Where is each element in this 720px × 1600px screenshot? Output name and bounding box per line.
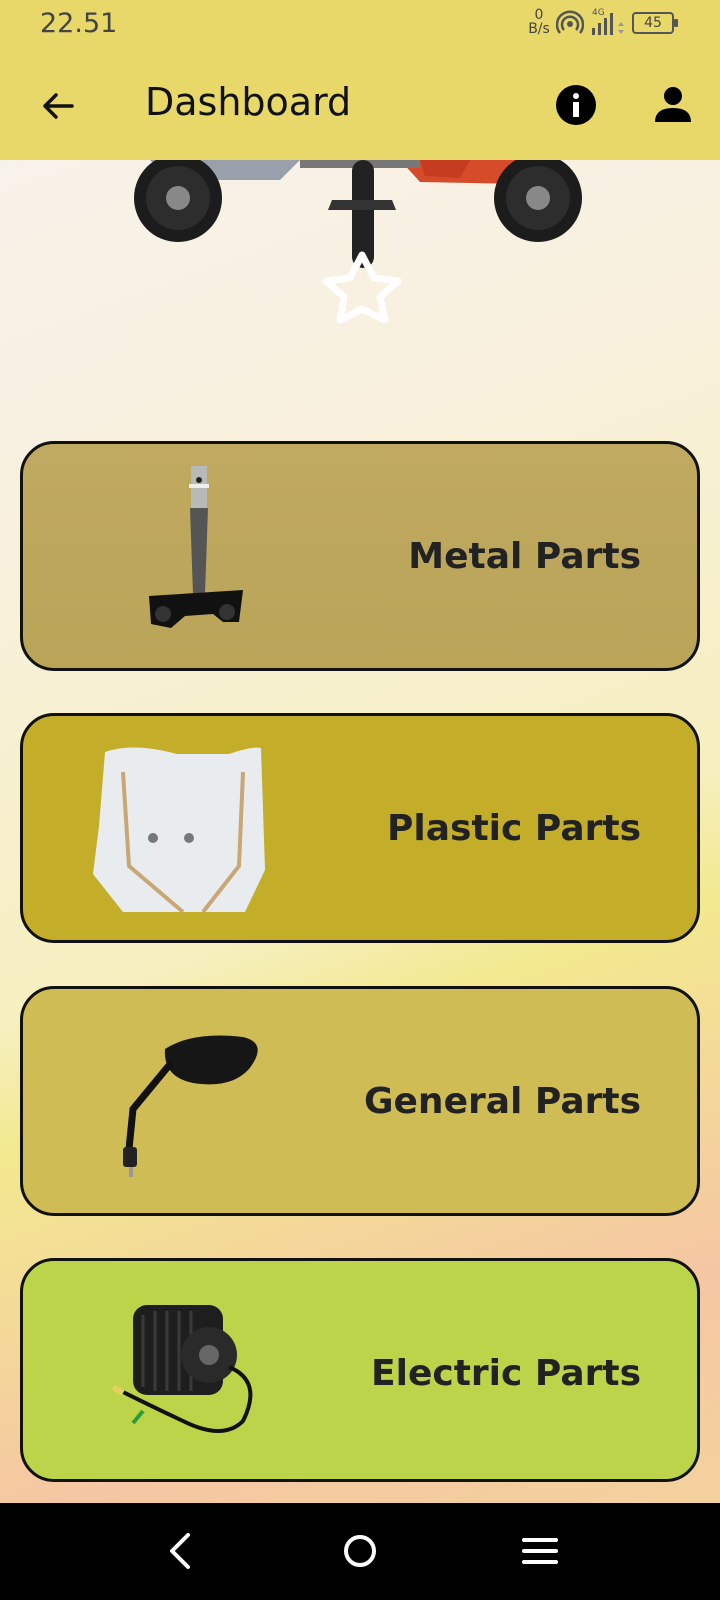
network-speed: 0 B/s bbox=[524, 8, 554, 36]
status-time: 22.51 bbox=[40, 8, 118, 39]
network-speed-unit: B/s bbox=[528, 21, 550, 37]
page-title: Dashboard bbox=[145, 80, 352, 124]
signal-icon: 4G bbox=[592, 8, 624, 35]
side-mirror-image bbox=[123, 1035, 258, 1177]
electric-motor-image bbox=[111, 1305, 253, 1433]
profile-button[interactable] bbox=[650, 82, 696, 128]
category-card-metal-parts[interactable]: Metal Parts bbox=[20, 441, 700, 671]
category-label: General Parts bbox=[363, 1080, 641, 1122]
category-card-plastic-parts[interactable]: Plastic Parts bbox=[20, 713, 700, 943]
category-label: Electric Parts bbox=[371, 1352, 641, 1394]
battery-level: 45 bbox=[644, 15, 662, 31]
system-navigation-bar bbox=[0, 1503, 720, 1600]
back-button[interactable] bbox=[34, 82, 82, 130]
category-card-general-parts[interactable]: General Parts bbox=[20, 986, 700, 1216]
nav-back-button[interactable] bbox=[160, 1529, 204, 1573]
steering-stem-image bbox=[149, 466, 243, 628]
hotspot-icon bbox=[556, 10, 584, 34]
status-bar: 22.51 0 B/s 4G 45 bbox=[0, 0, 720, 52]
category-label: Metal Parts bbox=[408, 535, 641, 577]
nav-menu-button[interactable] bbox=[518, 1529, 562, 1573]
nav-home-button[interactable] bbox=[338, 1529, 382, 1573]
network-type: 4G bbox=[592, 8, 605, 18]
network-speed-value: 0 bbox=[534, 7, 544, 23]
info-button[interactable] bbox=[554, 83, 598, 127]
battery-icon: 45 bbox=[632, 12, 678, 34]
category-card-electric-parts[interactable]: Electric Parts bbox=[20, 1258, 700, 1482]
category-label: Plastic Parts bbox=[387, 807, 641, 849]
scooter-banner-image bbox=[134, 160, 582, 324]
scooter-image bbox=[134, 160, 582, 268]
app-screen: 22.51 0 B/s 4G 45 Dashboard Metal Parts … bbox=[0, 0, 720, 1600]
arrow-back-icon bbox=[43, 93, 74, 119]
app-bar: Dashboard bbox=[0, 52, 720, 160]
headlight-cover-image bbox=[93, 747, 265, 914]
